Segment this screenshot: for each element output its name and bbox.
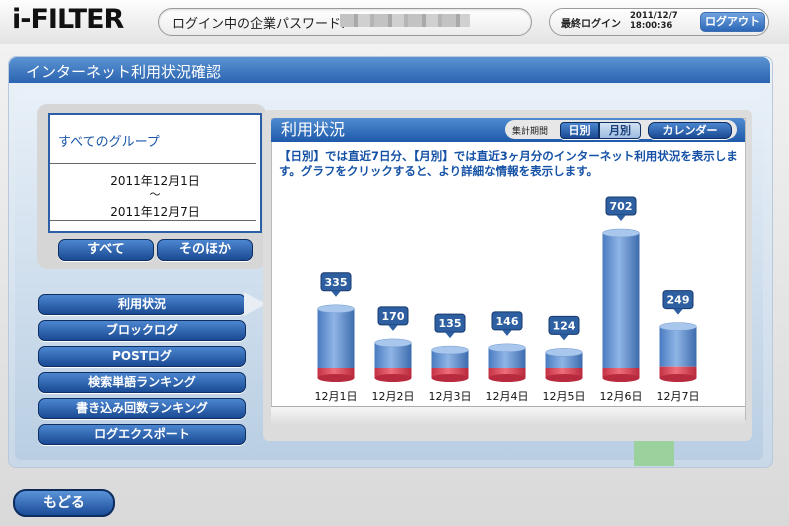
callout-pointer (673, 308, 683, 315)
category-label: 12月7日 (657, 390, 700, 403)
value-callout-2: 135 (434, 313, 466, 339)
value-callout-3: 146 (491, 311, 523, 336)
callout-pointer (388, 324, 398, 331)
other-button[interactable]: そのほか (157, 239, 253, 261)
logo-text: i-FILTER (12, 4, 124, 35)
password-mask (340, 14, 470, 27)
category-label: 12月6日 (600, 390, 643, 403)
value-label: 335 (325, 276, 348, 289)
last-login-label: 最終ログイン (561, 19, 621, 30)
menu-item-block-log[interactable]: ブロックログ (38, 320, 246, 341)
bar-body (317, 308, 355, 368)
back-button[interactable]: もどる (13, 489, 115, 517)
category-label: 12月5日 (543, 390, 586, 403)
description-text: 【日別】では直近7日分、【月別】では直近3ヶ月分のインターネット利用状況を表示し… (279, 149, 738, 178)
period-label: 集計期間 (512, 127, 549, 137)
all-button[interactable]: すべて (58, 239, 154, 261)
decorative-strip (634, 440, 674, 466)
bar-1[interactable] (374, 338, 412, 382)
bar-base (545, 374, 583, 382)
value-label: 170 (382, 310, 405, 323)
chart-title: 利用状況 (281, 120, 346, 139)
last-login-datetime: 2011/12/7 18:00:36 (630, 11, 678, 31)
callout-pointer (445, 332, 455, 339)
category-label: 12月3日 (429, 390, 472, 403)
date-end: 2011年12月7日 (110, 205, 200, 219)
ifilter-logo: i-FILTER (12, 4, 124, 35)
value-callout-6: 249 (662, 290, 694, 315)
last-login-date: 2011/12/7 (630, 11, 678, 21)
logout-button[interactable]: ログアウト (700, 12, 765, 32)
bar-top (545, 348, 583, 357)
bar-base (602, 374, 640, 382)
value-callout-0: 335 (320, 272, 352, 297)
category-label: 12月4日 (486, 390, 529, 403)
calendar-button[interactable]: カレンダー (648, 122, 732, 139)
bar-top (374, 338, 412, 348)
callout-pointer (559, 334, 569, 341)
value-label: 124 (553, 319, 576, 332)
page-title: インターネット利用状況確認 (26, 63, 222, 81)
callout-pointer (502, 329, 512, 336)
divider (50, 163, 256, 164)
value-callout-4: 124 (548, 315, 580, 341)
bar-0[interactable] (317, 304, 355, 382)
bar-4[interactable] (545, 348, 583, 382)
bar-body (659, 326, 697, 367)
bar-3[interactable] (488, 343, 526, 382)
callout-pointer (331, 290, 341, 297)
value-callout-5: 702 (605, 196, 637, 221)
bar-6[interactable] (659, 322, 697, 382)
menu-item-post-log[interactable]: POSTログ (38, 346, 246, 367)
bar-base (374, 374, 412, 382)
value-label: 702 (610, 200, 633, 213)
monthly-button[interactable]: 月別 (599, 122, 641, 139)
value-label: 135 (439, 317, 462, 330)
bar-base (317, 374, 355, 382)
category-label: 12月2日 (372, 390, 415, 403)
usage-bar-chart[interactable]: 335 12月1日 170 12月2日 135 12月3日 146 12月4日 124 12月5日… (271, 185, 745, 407)
password-label: ログイン中の企業パスワード: (172, 17, 346, 32)
bar-top (488, 343, 526, 353)
menu-item-log-export[interactable]: ログエクスポート (38, 424, 246, 445)
category-label: 12月1日 (315, 390, 358, 403)
bar-2[interactable] (431, 345, 469, 382)
bar-base (659, 374, 697, 382)
menu-item-post-count-ranking[interactable]: 書き込み回数ランキング (38, 398, 246, 419)
value-label: 146 (496, 315, 519, 328)
bar-body (602, 233, 640, 368)
menu-item-usage[interactable]: 利用状況 (38, 294, 246, 315)
group-name: すべてのグループ (58, 135, 160, 150)
bar-top (659, 322, 697, 331)
bar-top (317, 304, 355, 314)
value-callout-1: 170 (377, 306, 409, 331)
chart-footer (271, 406, 745, 425)
bar-top (602, 228, 640, 238)
daily-button[interactable]: 日別 (560, 122, 599, 139)
divider (50, 220, 256, 221)
value-label: 249 (667, 294, 690, 307)
bar-base (431, 374, 469, 382)
bar-top (431, 345, 469, 355)
last-login-time: 18:00:36 (630, 21, 673, 31)
bar-base (488, 374, 526, 382)
callout-pointer (616, 215, 626, 221)
date-range-separator: ～ (149, 188, 161, 201)
bar-5[interactable] (602, 228, 640, 382)
menu-item-search-ranking[interactable]: 検索単語ランキング (38, 372, 246, 393)
